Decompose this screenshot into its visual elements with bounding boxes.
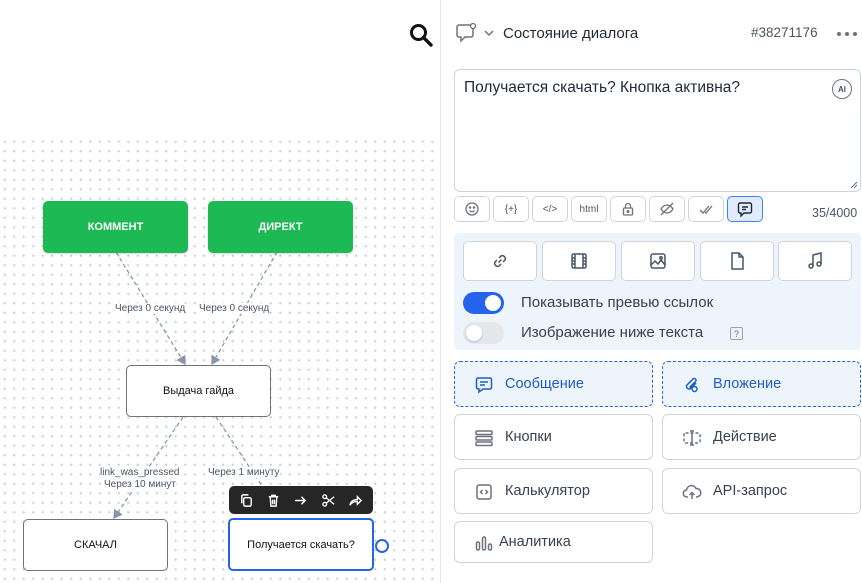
audio-icon xyxy=(808,252,822,269)
html-button[interactable]: html xyxy=(571,196,607,222)
block-calculator-label: Калькулятор xyxy=(505,483,590,499)
chevron-down-icon[interactable] xyxy=(483,27,495,39)
block-message-button[interactable]: Сообщение xyxy=(454,361,653,407)
block-analytics-label: Аналитика xyxy=(499,534,571,550)
flow-edges xyxy=(113,251,278,520)
search-icon[interactable] xyxy=(408,22,434,48)
message-text: Получается скачать? Кнопка активна? xyxy=(464,79,741,96)
node-komment[interactable]: КОММЕНТ xyxy=(43,201,188,253)
attachments-box: Показывать превью ссылок Изображение ниж… xyxy=(454,233,861,350)
cloud-upload-icon xyxy=(682,484,702,499)
edge-label-delay-right-2: Через 1 минуту xyxy=(208,467,280,478)
edge-label-event-left: link_was_pressed xyxy=(100,467,180,478)
preview-links-row: Показывать превью ссылок xyxy=(463,292,853,314)
block-action-button[interactable]: Действие xyxy=(662,414,861,460)
file-icon xyxy=(731,252,744,270)
node-direkt[interactable]: ДИРЕКТ xyxy=(208,201,353,253)
block-action-label: Действие xyxy=(713,429,777,445)
node-vydacha-gayda[interactable]: Выдача гайда xyxy=(126,365,271,417)
help-icon[interactable]: ? xyxy=(730,327,743,340)
buttons-icon xyxy=(475,430,493,447)
format-toolbar: {+} </> html xyxy=(454,196,862,222)
double-check-icon xyxy=(699,205,713,214)
panel-title: Состояние диалога xyxy=(503,25,639,42)
lock-button[interactable] xyxy=(610,196,646,222)
message-textarea[interactable]: Получается скачать? Кнопка активна? AI xyxy=(454,69,861,192)
copy-icon[interactable] xyxy=(236,489,258,511)
char-counter: 35/4000 xyxy=(812,206,858,220)
calculator-icon xyxy=(476,484,492,500)
node-toolbar xyxy=(229,486,373,514)
preview-off-icon xyxy=(660,202,674,216)
video-icon xyxy=(571,253,587,269)
block-buttons-label: Кнопки xyxy=(505,429,552,445)
block-attachment-button[interactable]: Вложение xyxy=(662,361,861,407)
image-icon xyxy=(650,253,666,269)
double-check-button[interactable] xyxy=(688,196,724,222)
edge-label-delay-left-2: Через 10 минут xyxy=(104,479,176,490)
attach-audio-button[interactable] xyxy=(778,241,852,281)
action-icon xyxy=(683,430,701,446)
ai-assistant-icon[interactable]: AI xyxy=(832,79,852,99)
panel-header: Состояние диалога #38271176 xyxy=(441,14,862,52)
preview-links-label: Показывать превью ссылок xyxy=(521,294,714,311)
resize-handle-icon[interactable] xyxy=(850,181,858,189)
share-icon[interactable] xyxy=(344,489,366,511)
comment-button[interactable] xyxy=(727,196,763,222)
image-below-toggle[interactable] xyxy=(463,322,504,344)
image-below-label: Изображение ниже текста xyxy=(521,324,704,341)
paperclip-icon xyxy=(685,377,698,393)
block-id[interactable]: #38271176 xyxy=(751,25,818,40)
more-icon[interactable] xyxy=(836,30,858,38)
node-output-port[interactable] xyxy=(375,539,389,553)
variables-button[interactable]: {+} xyxy=(493,196,529,222)
code-button[interactable]: </> xyxy=(532,196,568,222)
arrow-right-icon[interactable] xyxy=(290,489,312,511)
edge-label-delay-right: Через 0 секунд xyxy=(199,303,270,314)
block-api-button[interactable]: API-запрос xyxy=(662,468,861,514)
message-icon xyxy=(475,377,493,394)
block-attachment-label: Вложение xyxy=(713,376,782,392)
block-analytics-button[interactable]: Аналитика xyxy=(454,521,653,563)
block-calculator-button[interactable]: Калькулятор xyxy=(454,468,653,514)
dialog-state-icon[interactable] xyxy=(456,23,478,43)
block-buttons-button[interactable]: Кнопки xyxy=(454,414,653,460)
edge-label-delay-left: Через 0 секунд xyxy=(115,303,186,314)
trash-icon[interactable] xyxy=(263,489,285,511)
analytics-icon xyxy=(475,536,493,551)
flow-canvas[interactable]: КОММЕНТ ДИРЕКТ Через 0 секунд Через 0 се… xyxy=(0,0,440,583)
node-skachal[interactable]: СКАЧАЛ xyxy=(23,519,168,571)
block-api-label: API-запрос xyxy=(713,483,788,499)
node-poluchaetsya-skachat[interactable]: Получается скачать? xyxy=(228,518,374,571)
scissors-icon[interactable] xyxy=(317,489,339,511)
attach-video-button[interactable] xyxy=(542,241,616,281)
image-below-row: Изображение ниже текста ? xyxy=(463,322,853,344)
lock-icon xyxy=(622,202,634,216)
emoji-icon xyxy=(465,202,479,216)
attach-image-button[interactable] xyxy=(621,241,695,281)
comment-icon xyxy=(737,202,753,217)
attach-link-button[interactable] xyxy=(463,241,537,281)
preview-links-toggle[interactable] xyxy=(463,292,504,314)
link-icon xyxy=(493,254,507,268)
block-settings-panel: Состояние диалога #38271176 Получается с… xyxy=(440,0,862,583)
block-message-label: Сообщение xyxy=(505,376,584,392)
attach-file-button[interactable] xyxy=(700,241,774,281)
hide-preview-button[interactable] xyxy=(649,196,685,222)
emoji-button[interactable] xyxy=(454,196,490,222)
